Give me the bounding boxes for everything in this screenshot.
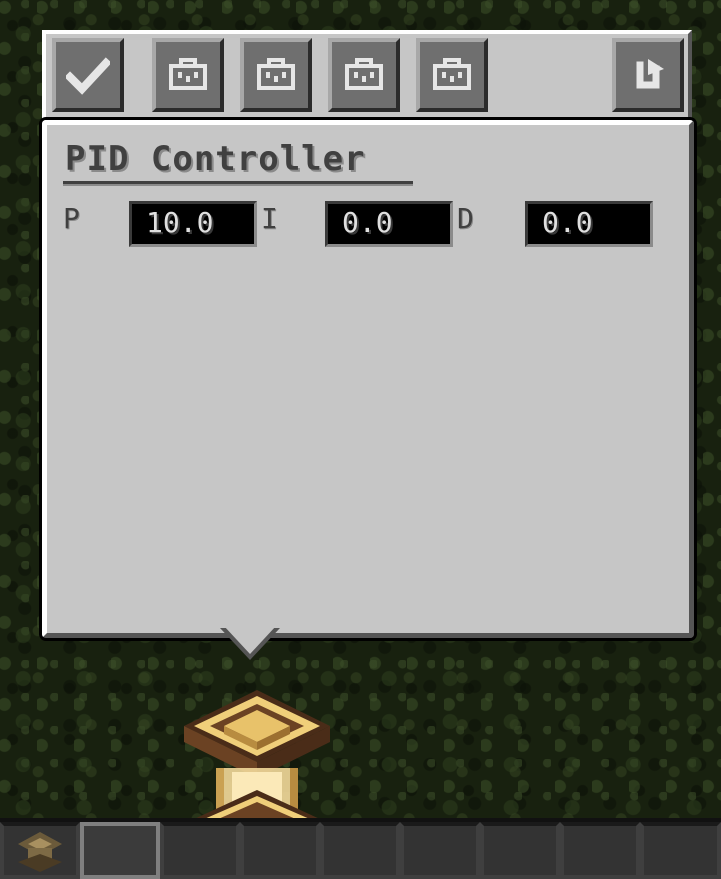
panel-pointer-fill <box>224 626 276 654</box>
hotbar-slot[interactable] <box>560 822 640 879</box>
hotbar-slot[interactable] <box>320 822 400 879</box>
title-underline <box>63 181 413 184</box>
pid-controller-panel: PID Controller P 10.0 I 0.0 D 0.0 <box>42 120 694 638</box>
hotbar-slot[interactable] <box>640 822 721 879</box>
param-label-d: D <box>457 202 474 235</box>
checkmark-icon <box>66 57 110 95</box>
module-slot-button[interactable] <box>416 38 488 112</box>
briefcase-icon <box>257 58 295 90</box>
param-label-i: I <box>261 202 278 235</box>
briefcase-icon <box>345 58 383 90</box>
refresh-icon <box>636 59 664 89</box>
hotbar-slot[interactable] <box>240 822 320 879</box>
param-field-d[interactable]: 0.0 <box>525 201 653 247</box>
panel-title: PID Controller <box>65 139 366 179</box>
hotbar-slot[interactable] <box>0 822 80 879</box>
hotbar-slot-selected[interactable] <box>80 822 160 879</box>
hotbar-slot[interactable] <box>160 822 240 879</box>
param-field-p[interactable]: 10.0 <box>129 201 257 247</box>
hotbar <box>0 818 721 879</box>
param-label-p: P <box>63 202 80 235</box>
module-slot-button[interactable] <box>240 38 312 112</box>
param-field-i[interactable]: 0.0 <box>325 201 453 247</box>
confirm-button[interactable] <box>52 38 124 112</box>
hotbar-slot[interactable] <box>480 822 560 879</box>
module-slot-button[interactable] <box>152 38 224 112</box>
hotbar-slot[interactable] <box>400 822 480 879</box>
refresh-button[interactable] <box>612 38 684 112</box>
pid-controller-item-icon <box>18 832 62 872</box>
briefcase-icon <box>169 58 207 90</box>
briefcase-icon <box>433 58 471 90</box>
module-slot-button[interactable] <box>328 38 400 112</box>
